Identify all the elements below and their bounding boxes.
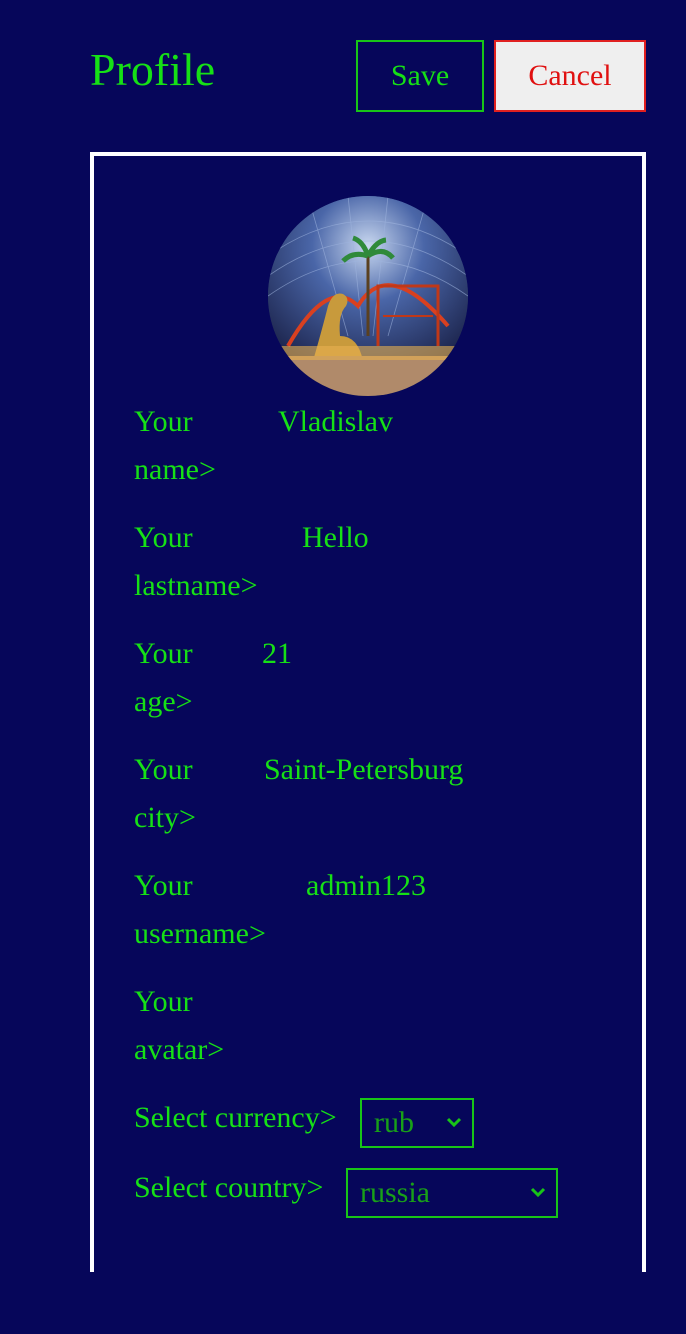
name-label: Your name> <box>134 405 216 486</box>
age-input[interactable]: 21 <box>262 630 292 678</box>
cancel-button[interactable]: Cancel <box>494 40 646 112</box>
chevron-down-icon <box>530 1187 546 1198</box>
profile-card: Your name> Vladislav Your lastname> Hell… <box>90 152 646 1272</box>
username-label: Your username> <box>134 869 266 950</box>
avatar-row: Your avatar> <box>134 978 244 1074</box>
avatar-label: Your avatar> <box>134 985 225 1066</box>
avatar-photo-icon <box>268 196 468 396</box>
age-label: Your age> <box>134 637 193 718</box>
age-row: Your age> 21 <box>134 630 292 726</box>
country-row: Select country> russia <box>134 1168 558 1218</box>
username-input[interactable]: admin123 <box>306 862 426 910</box>
currency-row: Select currency> rub <box>134 1098 474 1148</box>
page-title: Profile <box>90 44 216 95</box>
city-input[interactable]: Saint-Petersburg <box>264 746 463 794</box>
lastname-row: Your lastname> Hello <box>134 514 369 610</box>
name-input[interactable]: Vladislav <box>278 398 393 446</box>
chevron-down-icon <box>446 1117 462 1128</box>
username-row: Your username> admin123 <box>134 862 426 958</box>
currency-select[interactable]: rub <box>360 1098 474 1148</box>
lastname-label: Your lastname> <box>134 521 258 602</box>
country-select[interactable]: russia <box>346 1168 558 1218</box>
currency-label: Select currency> <box>134 1101 337 1134</box>
city-label: Your city> <box>134 753 196 834</box>
country-selected-value: russia <box>360 1176 430 1209</box>
currency-selected-value: rub <box>374 1106 414 1139</box>
country-label: Select country> <box>134 1171 324 1204</box>
city-row: Your city> Saint-Petersburg <box>134 746 463 842</box>
name-row: Your name> Vladislav <box>134 398 393 494</box>
lastname-input[interactable]: Hello <box>302 514 369 562</box>
save-button[interactable]: Save <box>356 40 484 112</box>
